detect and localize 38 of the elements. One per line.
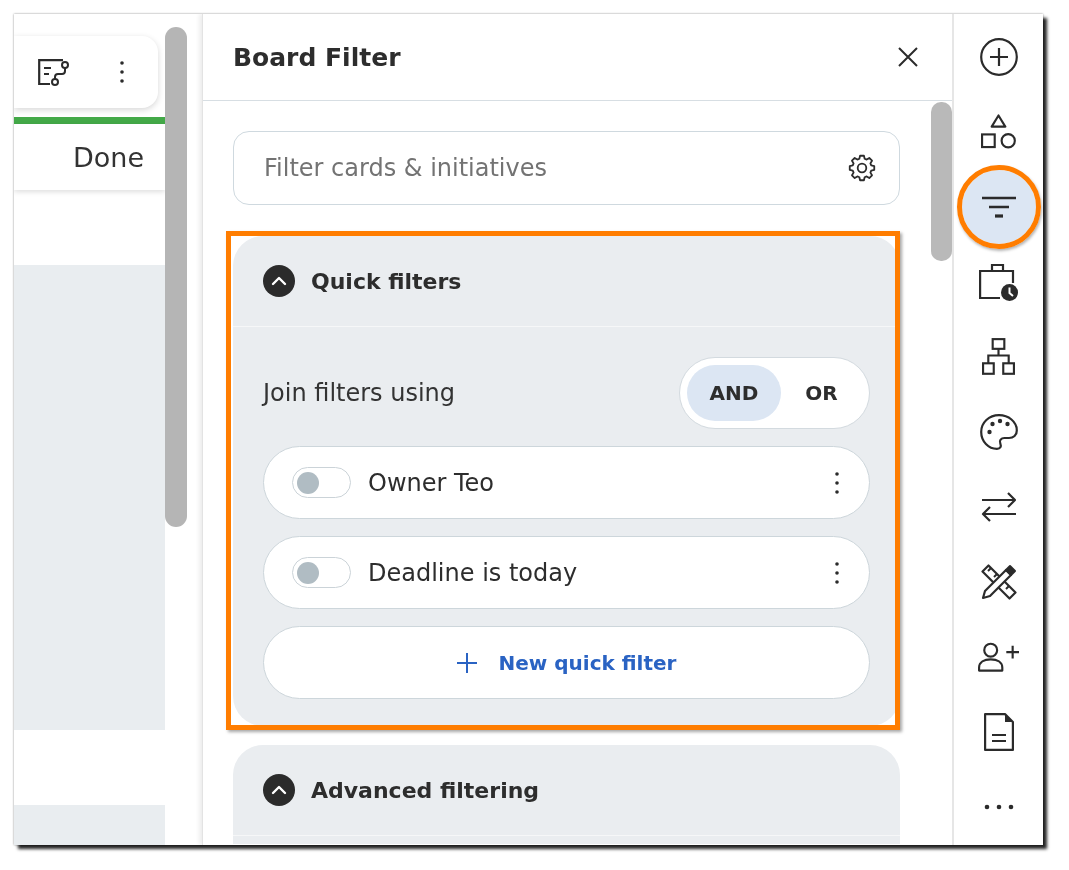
join-label: Join filters using bbox=[263, 379, 456, 407]
palette-icon bbox=[979, 413, 1018, 450]
close-icon bbox=[898, 47, 918, 67]
card-flow-icon[interactable] bbox=[38, 58, 69, 86]
section-title: Quick filters bbox=[311, 268, 462, 294]
quick-filter-row[interactable]: Owner Teo bbox=[263, 446, 870, 519]
plus-circle-icon bbox=[979, 37, 1018, 76]
segment-button[interactable]: AND bbox=[687, 365, 781, 421]
quick-filter-row[interactable]: Deadline is today bbox=[263, 536, 870, 609]
new-filter-button[interactable]: New quick filter bbox=[263, 626, 870, 699]
more-icon[interactable] bbox=[835, 471, 839, 494]
hierarchy-icon bbox=[982, 338, 1015, 375]
swap-arrows-icon bbox=[980, 490, 1017, 523]
lane-title: Done bbox=[72, 141, 144, 173]
chevron-up-icon[interactable] bbox=[263, 265, 295, 297]
more-icon[interactable] bbox=[120, 61, 124, 83]
filter-label: Owner Teo bbox=[368, 468, 495, 497]
plus-icon bbox=[456, 652, 477, 673]
settings-icon[interactable] bbox=[848, 154, 876, 182]
toggle-switch[interactable] bbox=[292, 557, 351, 588]
chevron-up-icon[interactable] bbox=[263, 774, 295, 806]
scrollbar-thumb[interactable] bbox=[165, 27, 187, 527]
ruler-pencil-icon bbox=[980, 563, 1017, 600]
section-title: Advanced filtering bbox=[311, 777, 540, 803]
briefcase-clock-icon bbox=[979, 262, 1018, 301]
filter-icon bbox=[981, 195, 1016, 218]
more-icon bbox=[983, 803, 1014, 810]
toggle-switch[interactable] bbox=[292, 467, 351, 498]
panel-title: Board Filter bbox=[233, 42, 401, 72]
close-button[interactable] bbox=[898, 47, 918, 67]
filter-label: Deadline is today bbox=[368, 558, 578, 587]
search-field[interactable]: Filter cards & initiatives bbox=[233, 131, 900, 205]
person-plus-icon bbox=[978, 641, 1019, 672]
shapes-icon bbox=[981, 114, 1016, 149]
scrollbar-thumb[interactable] bbox=[931, 102, 952, 261]
segment-button[interactable]: OR bbox=[781, 365, 862, 421]
more-icon[interactable] bbox=[835, 561, 839, 584]
document-icon bbox=[983, 712, 1014, 751]
